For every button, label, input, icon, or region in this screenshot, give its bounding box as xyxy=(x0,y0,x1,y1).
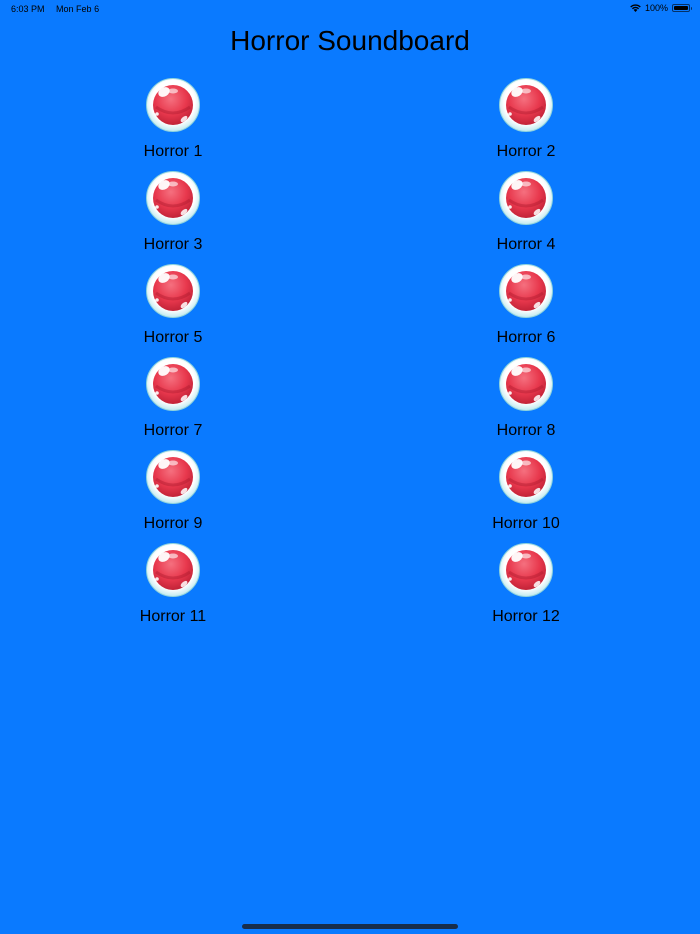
sound-label: Horror 8 xyxy=(496,422,556,439)
sound-button-horror-6[interactable]: Horror 6 xyxy=(466,264,586,348)
battery-icon xyxy=(672,4,692,12)
red-bubble-icon xyxy=(499,78,553,132)
battery-fill xyxy=(674,6,688,10)
page-title: Horror Soundboard xyxy=(230,25,470,56)
sound-label: Horror 1 xyxy=(143,143,203,160)
status-bar: 6:03 PM Mon Feb 6 100% xyxy=(0,0,700,18)
red-bubble-icon xyxy=(146,171,200,225)
red-bubble-icon xyxy=(146,264,200,318)
red-bubble-icon xyxy=(146,543,200,597)
red-bubble-icon xyxy=(499,450,553,504)
sound-label: Horror 3 xyxy=(143,236,203,253)
red-bubble-icon xyxy=(499,264,553,318)
sound-label: Horror 12 xyxy=(492,608,560,625)
home-indicator[interactable] xyxy=(242,924,458,929)
status-left: 6:03 PM Mon Feb 6 xyxy=(11,4,108,14)
status-date: Mon Feb 6 xyxy=(56,4,100,14)
wifi-icon xyxy=(630,4,641,12)
red-bubble-icon xyxy=(499,543,553,597)
sound-button-horror-10[interactable]: Horror 10 xyxy=(466,450,586,534)
sound-label: Horror 6 xyxy=(496,329,556,346)
sound-button-horror-11[interactable]: Horror 11 xyxy=(113,543,233,627)
sound-label: Horror 9 xyxy=(143,515,203,532)
sound-button-horror-7[interactable]: Horror 7 xyxy=(113,357,233,441)
red-bubble-icon xyxy=(146,450,200,504)
sound-button-horror-2[interactable]: Horror 2 xyxy=(466,78,586,162)
status-time: 6:03 PM xyxy=(11,4,45,14)
sound-label: Horror 11 xyxy=(139,608,207,625)
sound-button-horror-3[interactable]: Horror 3 xyxy=(113,171,233,255)
red-bubble-icon xyxy=(499,171,553,225)
sound-button-horror-5[interactable]: Horror 5 xyxy=(113,264,233,348)
sound-button-horror-12[interactable]: Horror 12 xyxy=(466,543,586,627)
sound-label: Horror 7 xyxy=(143,422,203,439)
sound-label: Horror 2 xyxy=(496,143,556,160)
red-bubble-icon xyxy=(146,357,200,411)
sound-label: Horror 4 xyxy=(496,236,556,253)
red-bubble-icon xyxy=(499,357,553,411)
sound-button-horror-4[interactable]: Horror 4 xyxy=(466,171,586,255)
sound-button-horror-8[interactable]: Horror 8 xyxy=(466,357,586,441)
red-bubble-icon xyxy=(146,78,200,132)
sound-label: Horror 10 xyxy=(492,515,560,532)
battery-percent: 100% xyxy=(644,3,668,13)
sound-button-horror-9[interactable]: Horror 9 xyxy=(113,450,233,534)
sound-button-horror-1[interactable]: Horror 1 xyxy=(113,78,233,162)
sound-label: Horror 5 xyxy=(143,329,203,346)
status-right: 100% xyxy=(630,3,692,13)
